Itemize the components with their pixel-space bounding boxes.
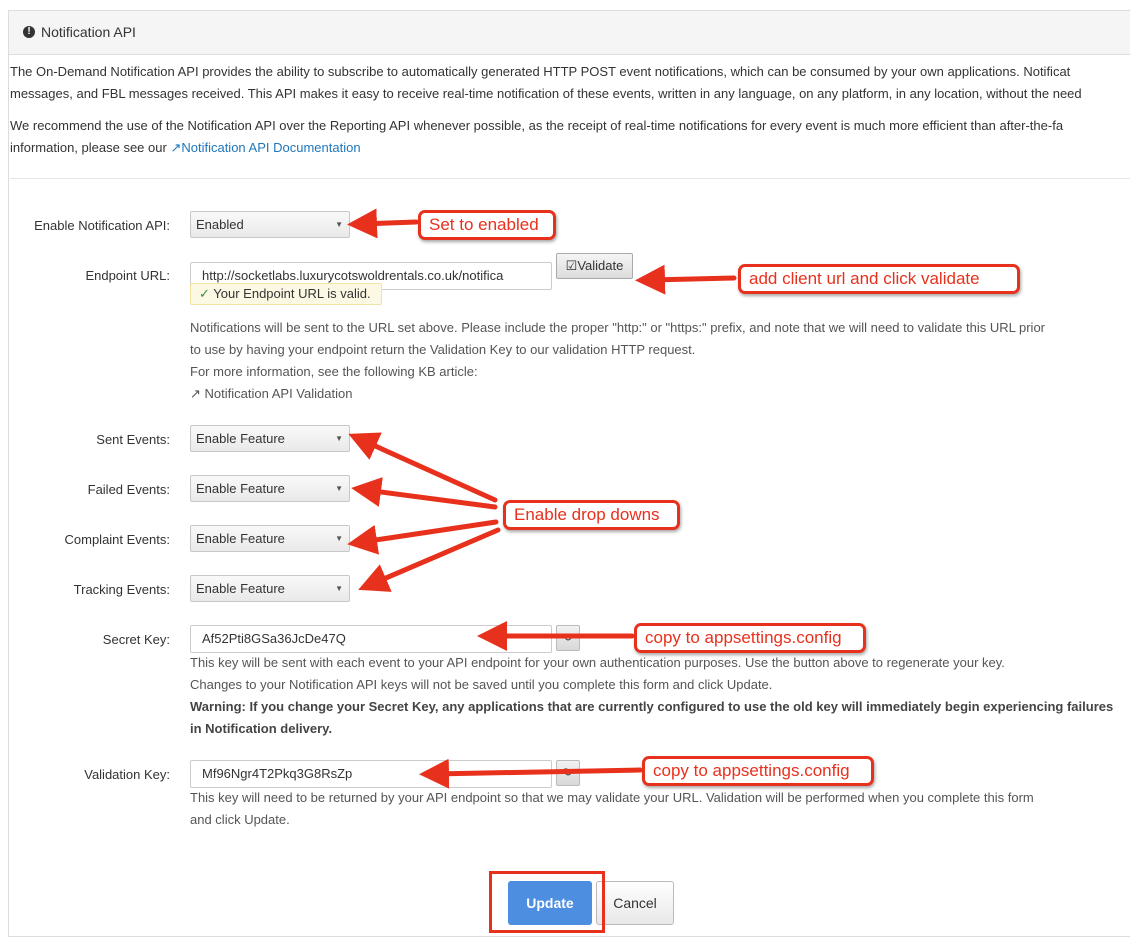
arrow-validation-key xyxy=(419,758,643,789)
callout-copy-secret: copy to appsettings.config xyxy=(634,623,866,653)
arrow-enable-api xyxy=(347,208,419,239)
callout-set-enabled: Set to enabled xyxy=(418,210,556,240)
callout-copy-validation: copy to appsettings.config xyxy=(642,756,874,786)
annotation-arrows xyxy=(347,208,737,789)
callout-add-client-url: add client url and click validate xyxy=(738,264,1020,294)
arrow-endpoint xyxy=(635,264,737,295)
callout-enable-dropdowns: Enable drop downs xyxy=(503,500,680,530)
